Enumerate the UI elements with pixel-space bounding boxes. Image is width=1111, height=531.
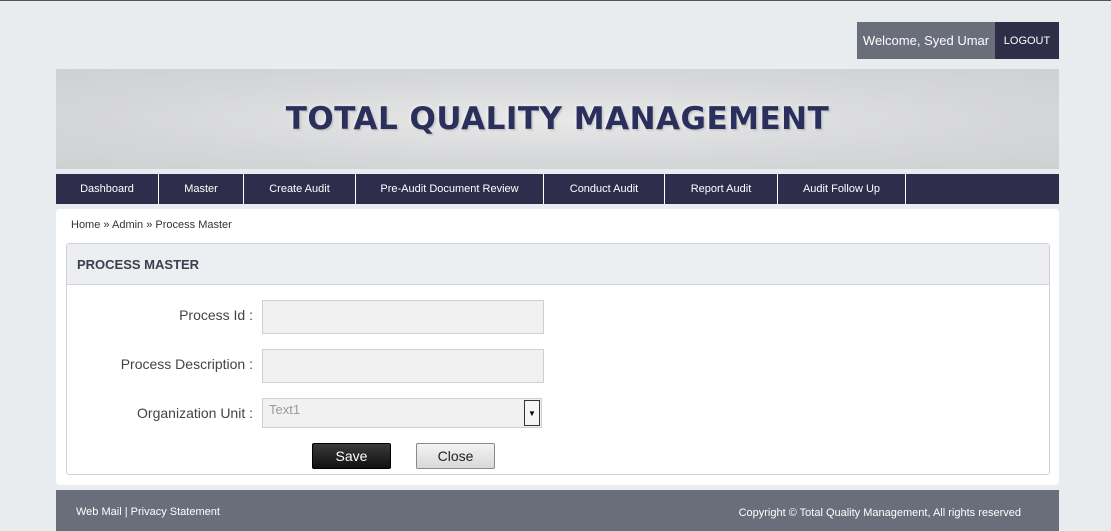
organization-unit-selected: Text1 — [269, 402, 301, 417]
footer-links: Web Mail | Privacy Statement — [76, 506, 220, 518]
close-button[interactable]: Close — [416, 443, 495, 469]
organization-unit-select[interactable]: Text1 ▼ — [262, 398, 542, 428]
save-button[interactable]: Save — [312, 443, 391, 469]
main-nav: Dashboard Master Create Audit Pre-Audit … — [56, 174, 1059, 204]
breadcrumb-separator: » — [103, 219, 110, 231]
process-master-panel: PROCESS MASTER Process Id : Process Desc… — [66, 243, 1050, 475]
nav-item-master[interactable]: Master — [159, 174, 244, 204]
nav-item-dashboard[interactable]: Dashboard — [56, 174, 159, 204]
breadcrumb-admin[interactable]: Admin — [112, 219, 143, 231]
breadcrumb-separator: » — [146, 219, 153, 231]
user-bar: Welcome, Syed Umar LOGOUT — [857, 22, 1059, 59]
nav-item-report-audit[interactable]: Report Audit — [665, 174, 778, 204]
main-content: Home » Admin » Process Master PROCESS MA… — [56, 209, 1059, 485]
breadcrumb-home[interactable]: Home — [71, 219, 100, 231]
organization-unit-label: Organization Unit : — [137, 405, 253, 421]
logout-button[interactable]: LOGOUT — [995, 22, 1059, 59]
process-id-label: Process Id : — [179, 307, 253, 323]
panel-title: PROCESS MASTER — [77, 256, 200, 272]
copyright-text: Copyright © Total Quality Management, Al… — [738, 507, 1021, 519]
privacy-statement-link[interactable]: Privacy Statement — [131, 506, 220, 518]
welcome-text: Welcome, Syed Umar — [857, 22, 995, 59]
web-mail-link[interactable]: Web Mail — [76, 506, 122, 518]
nav-item-conduct-audit[interactable]: Conduct Audit — [544, 174, 665, 204]
process-description-label: Process Description : — [120, 356, 253, 372]
nav-item-pre-audit-document-review[interactable]: Pre-Audit Document Review — [356, 174, 544, 204]
banner-title: TOTAL QUALITY MANAGEMENT — [285, 101, 830, 137]
breadcrumb-current: Process Master — [155, 219, 232, 231]
footer-divider: | — [124, 506, 128, 518]
process-description-input[interactable] — [262, 349, 544, 383]
nav-item-create-audit[interactable]: Create Audit — [244, 174, 356, 204]
process-id-input[interactable] — [262, 300, 544, 334]
dropdown-arrow-icon[interactable]: ▼ — [524, 400, 540, 426]
panel-header: PROCESS MASTER — [67, 244, 1049, 285]
breadcrumb: Home » Admin » Process Master — [71, 219, 232, 231]
footer: Web Mail | Privacy Statement Copyright ©… — [56, 490, 1059, 531]
banner: TOTAL QUALITY MANAGEMENT — [56, 69, 1059, 169]
nav-item-audit-follow-up[interactable]: Audit Follow Up — [778, 174, 906, 204]
